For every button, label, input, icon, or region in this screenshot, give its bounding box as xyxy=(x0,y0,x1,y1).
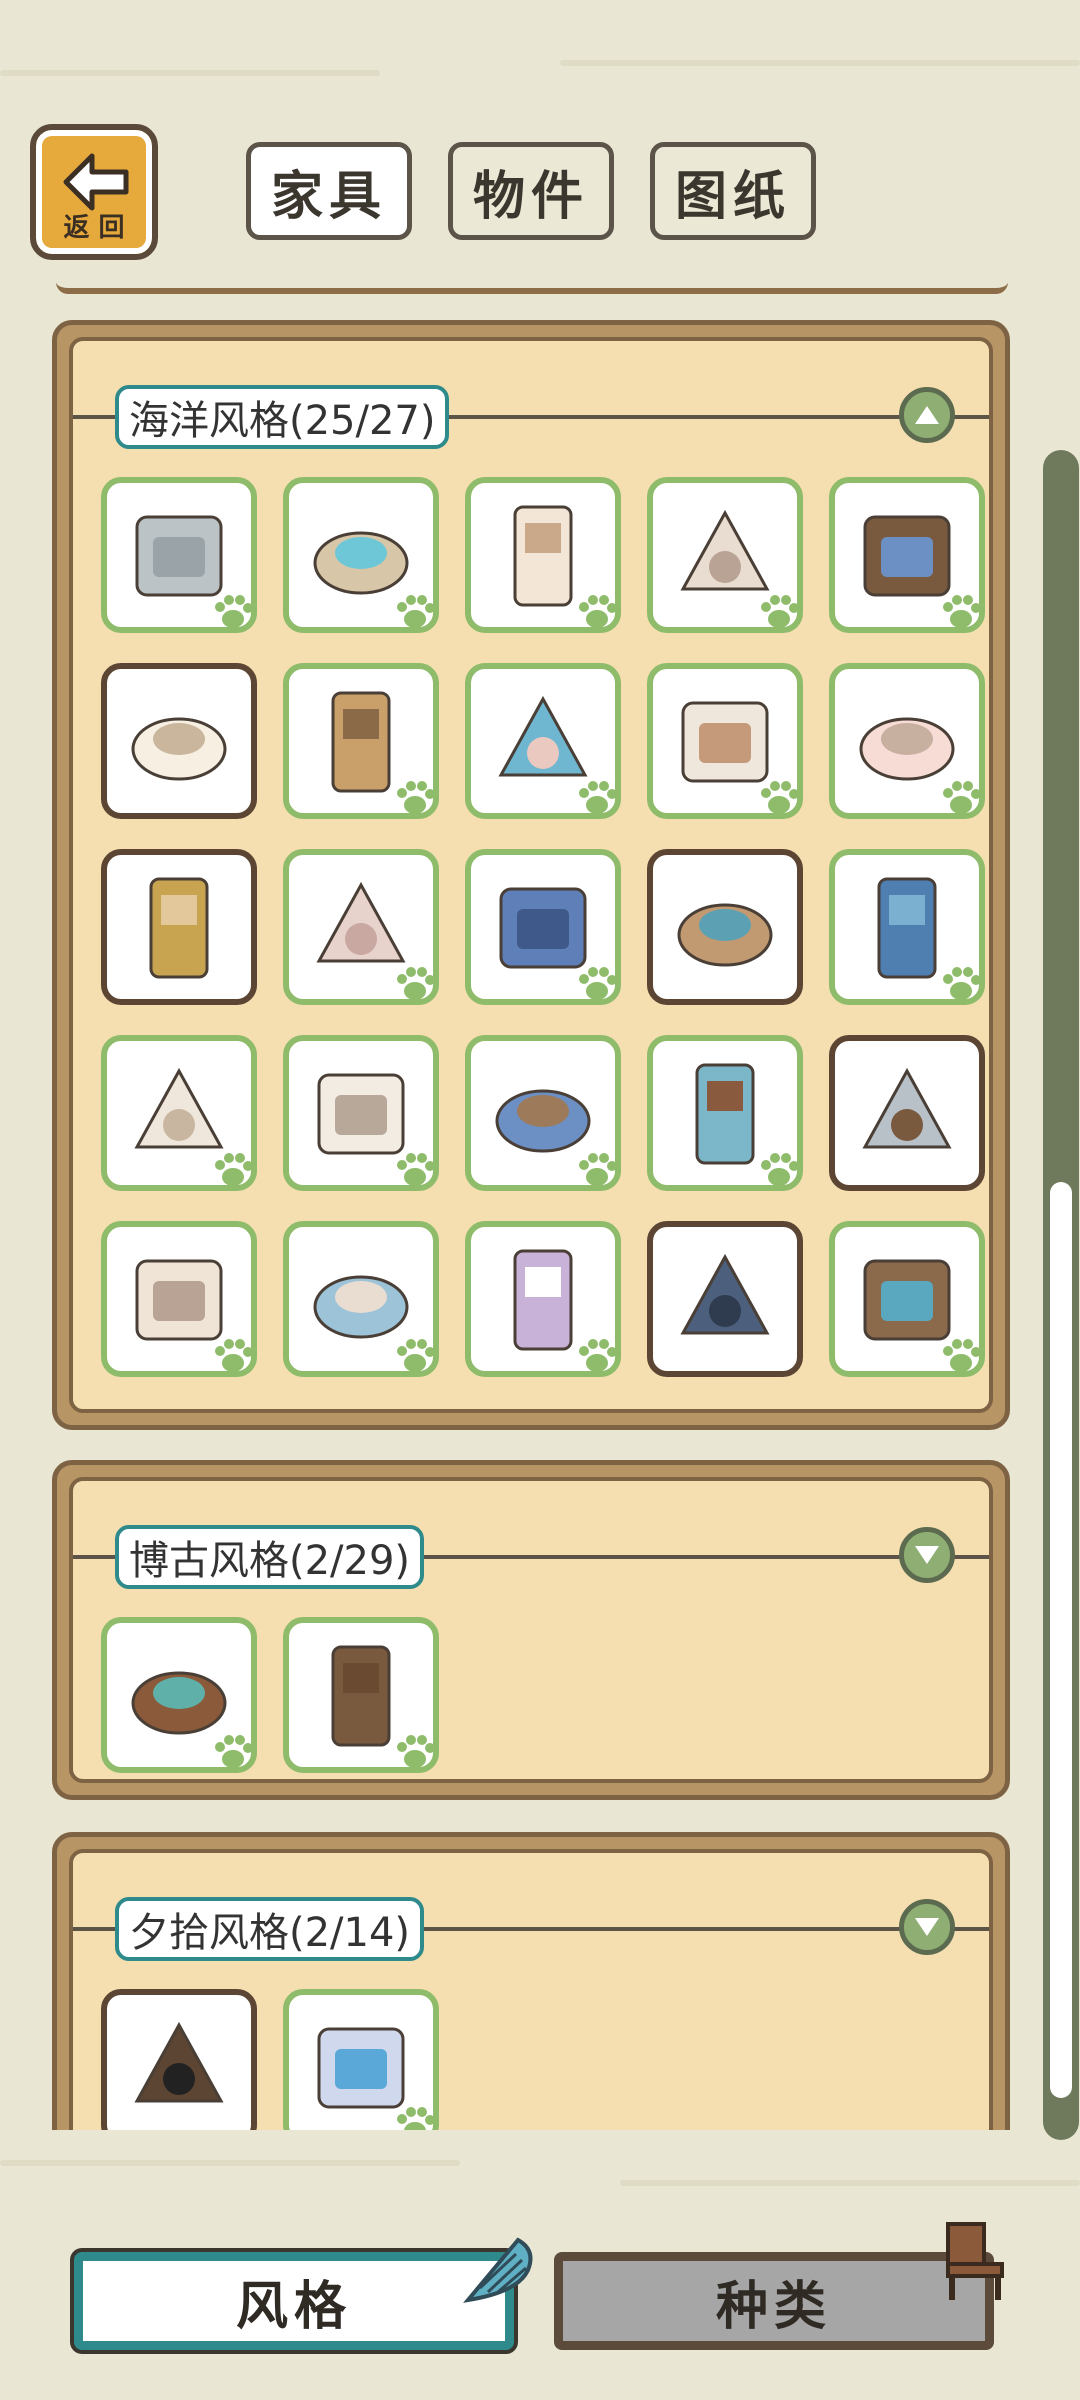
paw-print-icon xyxy=(761,595,799,628)
furniture-item-beach-floor[interactable] xyxy=(283,477,439,633)
paw-print-icon xyxy=(943,595,981,628)
furniture-item-shell-bed[interactable] xyxy=(465,663,621,819)
furniture-item-kitchen-table[interactable] xyxy=(465,1035,621,1191)
furniture-item-driftwood-ladder[interactable] xyxy=(465,477,621,633)
paw-print-icon xyxy=(397,781,435,814)
item-artwork xyxy=(677,903,773,967)
paw-print-icon xyxy=(943,967,981,1000)
collection-list[interactable]: 海洋风格(25/27) 博古风格(2/29) 夕拾风格(2/14) xyxy=(0,270,1080,2130)
tab-furniture[interactable]: 家具 xyxy=(246,142,412,240)
paw-print-icon xyxy=(215,1339,253,1372)
furniture-item-seaside-wall[interactable] xyxy=(101,477,257,633)
furniture-item-folding-screen[interactable] xyxy=(283,1221,439,1377)
furniture-item-clam-table[interactable] xyxy=(101,1035,257,1191)
furniture-item-crystal-orb[interactable] xyxy=(283,1989,439,2130)
chevron-up-icon xyxy=(915,406,939,424)
paw-print-icon xyxy=(579,781,617,814)
furniture-item-porthole-door[interactable] xyxy=(829,477,985,633)
paw-print-icon xyxy=(397,595,435,628)
scrollbar-thumb[interactable] xyxy=(1050,1182,1072,2098)
item-artwork xyxy=(680,1253,770,1335)
furniture-item-barrel-stack[interactable] xyxy=(829,1221,985,1377)
furniture-item-treasure-map-rug[interactable] xyxy=(101,663,257,819)
paw-print-icon xyxy=(397,967,435,1000)
furniture-item-sand-jar[interactable] xyxy=(647,663,803,819)
tab-label: 物件 xyxy=(472,166,589,227)
furniture-item-note-board[interactable] xyxy=(829,663,985,819)
item-artwork xyxy=(134,2021,224,2103)
tab-objects[interactable]: 物件 xyxy=(448,142,614,240)
background-streak xyxy=(560,60,1080,66)
tab-style[interactable]: 风格 xyxy=(74,2252,514,2350)
paw-print-icon xyxy=(397,1153,435,1186)
item-artwork xyxy=(149,877,209,979)
paw-print-icon xyxy=(397,1735,435,1768)
furniture-item-sink-basin[interactable] xyxy=(647,1035,803,1191)
back-label: 返 回 xyxy=(63,213,125,243)
furniture-item-shell-chair[interactable] xyxy=(283,1035,439,1191)
background-streak xyxy=(0,70,380,76)
furniture-item-anchor-cabinet[interactable] xyxy=(647,1221,803,1377)
paw-print-icon xyxy=(943,1339,981,1372)
chevron-down-icon xyxy=(915,1546,939,1564)
tab-label: 图纸 xyxy=(674,166,791,227)
paw-print-icon xyxy=(579,1339,617,1372)
furniture-item-shell-tray[interactable] xyxy=(101,849,257,1005)
paw-print-icon xyxy=(579,967,617,1000)
paw-print-icon xyxy=(215,1735,253,1768)
collapse-toggle-button[interactable] xyxy=(899,387,955,443)
furniture-item-blue-cabinet[interactable] xyxy=(465,849,621,1005)
list-top-divider xyxy=(56,276,1008,294)
furniture-item-coral-stand[interactable] xyxy=(101,1221,257,1377)
item-artwork xyxy=(131,717,227,781)
furniture-item-conch-stool[interactable] xyxy=(283,849,439,1005)
paw-print-icon xyxy=(215,1153,253,1186)
paw-print-icon xyxy=(761,1153,799,1186)
tab-label: 种类 xyxy=(715,2276,832,2337)
section-title-antique: 博古风格(2/29) xyxy=(115,1525,425,1589)
furniture-item-scroll-shell[interactable] xyxy=(283,663,439,819)
chair-icon xyxy=(946,2222,1004,2300)
chevron-down-icon xyxy=(915,1918,939,1936)
back-arrow-icon xyxy=(63,153,129,211)
furniture-item-shell-jar[interactable] xyxy=(647,849,803,1005)
tab-label: 风格 xyxy=(235,2276,352,2337)
background-streak xyxy=(0,2160,460,2166)
background-streak xyxy=(620,2180,1080,2186)
furniture-item-shell-arch[interactable] xyxy=(647,477,803,633)
furniture-item-low-tea-table[interactable] xyxy=(101,1617,257,1773)
furniture-item-surf-mirror[interactable] xyxy=(829,1035,985,1191)
tab-blueprints[interactable]: 图纸 xyxy=(650,142,816,240)
section-panel-inner: 海洋风格(25/27) xyxy=(69,337,993,1413)
item-artwork xyxy=(862,1067,952,1149)
furniture-item-treasure-chest[interactable] xyxy=(829,849,985,1005)
furniture-item-wood-wardrobe[interactable] xyxy=(283,1617,439,1773)
furniture-item-candle-shell[interactable] xyxy=(465,1221,621,1377)
section-panel-dusk: 夕拾风格(2/14) xyxy=(52,1832,1010,2130)
furniture-item-floor-lamp[interactable] xyxy=(101,1989,257,2130)
section-panel-ocean: 海洋风格(25/27) xyxy=(52,320,1010,1430)
section-panel-antique: 博古风格(2/29) xyxy=(52,1460,1010,1800)
section-title-dusk: 夕拾风格(2/14) xyxy=(115,1897,425,1961)
expand-toggle-button[interactable] xyxy=(899,1527,955,1583)
paw-print-icon xyxy=(579,1153,617,1186)
tab-category[interactable]: 种类 xyxy=(554,2252,994,2350)
paw-print-icon xyxy=(215,595,253,628)
tab-label: 家具 xyxy=(270,166,387,227)
paw-print-icon xyxy=(397,2107,435,2130)
paw-print-icon xyxy=(397,1339,435,1372)
paw-print-icon xyxy=(943,781,981,814)
paw-print-icon xyxy=(579,595,617,628)
conch-shell-icon xyxy=(463,2237,533,2303)
section-panel-inner: 博古风格(2/29) xyxy=(69,1477,993,1783)
section-title-ocean: 海洋风格(25/27) xyxy=(115,385,450,449)
back-button[interactable]: 返 回 xyxy=(30,124,158,260)
expand-toggle-button[interactable] xyxy=(899,1899,955,1955)
paw-print-icon xyxy=(761,781,799,814)
section-panel-inner: 夕拾风格(2/14) xyxy=(69,1849,993,2130)
